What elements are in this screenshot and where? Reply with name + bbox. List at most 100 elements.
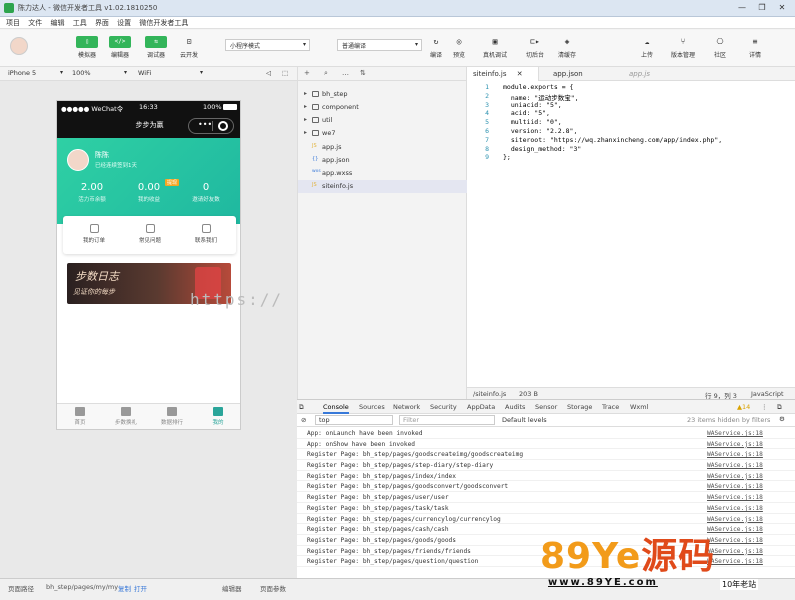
log-source-link[interactable]: WAService.js:18 <box>707 516 763 523</box>
avatar[interactable] <box>67 149 89 171</box>
warning-count[interactable]: ▲14 <box>737 403 750 411</box>
tab-console[interactable]: Console <box>323 403 349 414</box>
debugger-toggle-button[interactable]: ⇆ 调试器 <box>141 36 171 62</box>
withdraw-badge[interactable]: 提现 <box>165 179 180 186</box>
tab-audits[interactable]: Audits <box>505 403 525 411</box>
code-area[interactable]: 1 module.exports = { 2 name: "运动步数宝", 3 u… <box>467 83 795 162</box>
close-icon[interactable]: ✕ <box>517 70 523 78</box>
tree-file-app-js[interactable]: JS app.js <box>298 141 468 154</box>
minimize-button[interactable]: — <box>735 2 749 14</box>
add-icon[interactable]: + <box>304 69 310 77</box>
community-button[interactable]: ⎔ 社区 <box>705 36 735 62</box>
tab-security[interactable]: Security <box>430 403 457 411</box>
tree-file-app-json[interactable]: {} app.json <box>298 154 468 167</box>
tab-storage[interactable]: Storage <box>567 403 592 411</box>
tree-folder-we7[interactable]: ▸ we7 <box>298 127 468 140</box>
zoom-select[interactable]: 100% <box>72 69 91 77</box>
sound-icon[interactable]: ◁ <box>266 69 271 77</box>
tree-file-siteinfo-js[interactable]: JS siteinfo.js <box>298 180 468 193</box>
open-link[interactable]: 打开 <box>134 583 147 593</box>
tab-app-json[interactable]: app.json <box>547 67 589 81</box>
menu-orders[interactable]: 我的订单 <box>69 224 119 244</box>
sort-icon[interactable]: ⇅ <box>360 69 366 77</box>
log-message: Register Page: bh_step/pages/step-diary/… <box>307 462 494 470</box>
menu-contact[interactable]: 联系我们 <box>181 224 231 244</box>
close-button[interactable]: ✕ <box>775 2 789 14</box>
mode-select[interactable]: 小程序模式 ▾ <box>225 39 310 51</box>
log-source-link[interactable]: WAService.js:18 <box>707 494 763 501</box>
context-select[interactable]: top <box>315 415 393 425</box>
tab-network[interactable]: Network <box>393 403 420 411</box>
clear-console-icon[interactable]: ⊘ <box>301 416 306 424</box>
compile-select[interactable]: 普通编译 ▾ <box>337 39 422 51</box>
tree-folder-component[interactable]: ▸ component <box>298 101 468 114</box>
more-icon[interactable]: … <box>342 69 349 77</box>
page-params-link[interactable]: 页面参数 <box>260 583 286 593</box>
log-source-link[interactable]: WAService.js:18 <box>707 451 763 458</box>
device-select[interactable]: iPhone 5 <box>8 69 36 77</box>
tab-appdata[interactable]: AppData <box>467 403 495 411</box>
stat-coins[interactable]: 2.00 活力币余额 <box>67 182 117 203</box>
log-source-link[interactable]: WAService.js:18 <box>707 462 763 469</box>
tab-sensor[interactable]: Sensor <box>535 403 557 411</box>
network-select[interactable]: WiFi <box>138 69 151 77</box>
copy-link[interactable]: 复制 <box>118 583 131 593</box>
devtools-tabs: ⧉ Console Sources Network Security AppDa… <box>297 400 795 414</box>
menu-tools[interactable]: 工具 <box>73 18 87 28</box>
menu-project[interactable]: 项目 <box>6 18 20 28</box>
tab-ranking[interactable]: 数据排行 <box>149 407 195 426</box>
log-source-link[interactable]: WAService.js:18 <box>707 505 763 512</box>
more-icon[interactable]: ••• <box>198 120 212 129</box>
tree-file-app-wxss[interactable]: wxs app.wxss <box>298 167 468 180</box>
tab-sources[interactable]: Sources <box>359 403 385 411</box>
remote-debug-button[interactable]: ▣ 真机调试 <box>480 36 510 62</box>
search-icon[interactable]: ⌕ <box>324 69 328 78</box>
upload-button[interactable]: ☁ 上传 <box>632 36 662 62</box>
log-message: Register Page: bh_step/pages/friends/fri… <box>307 547 471 555</box>
console-filter-input[interactable]: Filter <box>399 415 495 425</box>
tab-mine[interactable]: 我的 <box>195 407 240 426</box>
user-avatar[interactable] <box>10 37 28 55</box>
tab-siteinfo-js[interactable]: siteinfo.js ✕ <box>467 67 539 81</box>
menu-file[interactable]: 文件 <box>28 18 42 28</box>
menu-faq[interactable]: 常见问题 <box>125 224 175 244</box>
preview-button[interactable]: ◎ 预览 <box>444 36 474 62</box>
log-source-link[interactable]: WAService.js:18 <box>707 483 763 490</box>
settings-icon[interactable]: ⋮ <box>761 403 768 411</box>
tree-folder-bh-step[interactable]: ▸ bh_step <box>298 88 468 101</box>
simulator-toggle-button[interactable]: ▯ 模拟器 <box>72 36 102 62</box>
levels-select[interactable]: Default levels <box>502 416 547 424</box>
editor-toggle-button[interactable]: </> 编辑器 <box>105 36 135 62</box>
clear-cache-button[interactable]: ◈ 清缓存 <box>552 36 582 62</box>
menu-edit[interactable]: 编辑 <box>50 18 64 28</box>
log-source-link[interactable]: WAService.js:18 <box>707 441 763 448</box>
version-button[interactable]: ⑂ 版本管理 <box>668 36 698 62</box>
devtools-toggle-icon[interactable]: ⧉ <box>299 403 304 412</box>
editor-status-link[interactable]: 编辑器 <box>222 583 242 593</box>
line-number: 2 <box>485 91 489 100</box>
simulator-label: 模拟器 <box>77 52 96 59</box>
language-mode[interactable]: JavaScript <box>751 390 784 398</box>
tab-home[interactable]: 首页 <box>57 407 103 426</box>
logo-text-cjk: 源码 <box>641 536 716 577</box>
maximize-button[interactable]: ❐ <box>755 2 769 14</box>
popout-icon[interactable]: ⧉ <box>777 403 782 412</box>
details-button[interactable]: ≡ 详情 <box>740 36 770 62</box>
tab-wxml[interactable]: Wxml <box>630 403 648 411</box>
log-source-link[interactable]: WAService.js:18 <box>707 430 763 437</box>
log-source-link[interactable]: WAService.js:18 <box>707 473 763 480</box>
cloud-dev-button[interactable]: ⊡ 云开发 <box>174 36 204 62</box>
stat-invites[interactable]: 0 邀请好友数 <box>181 182 231 203</box>
tab-app-js[interactable]: app.js <box>623 67 656 81</box>
menu-wechat-devtools[interactable]: 微信开发者工具 <box>139 18 188 28</box>
tab-exchange[interactable]: 步数换礼 <box>103 407 149 426</box>
popout-icon[interactable]: ⬚ <box>282 69 288 77</box>
menu-view[interactable]: 界面 <box>95 18 109 28</box>
background-button[interactable]: ⊏▸ 切后台 <box>520 36 550 62</box>
gear-icon[interactable]: ⚙ <box>779 415 785 423</box>
menu-settings[interactable]: 设置 <box>117 18 131 28</box>
tab-trace[interactable]: Trace <box>602 403 619 411</box>
close-mini-icon[interactable] <box>218 121 228 131</box>
capsule-menu[interactable]: ••• <box>188 118 234 134</box>
tree-folder-util[interactable]: ▸ util <box>298 114 468 127</box>
